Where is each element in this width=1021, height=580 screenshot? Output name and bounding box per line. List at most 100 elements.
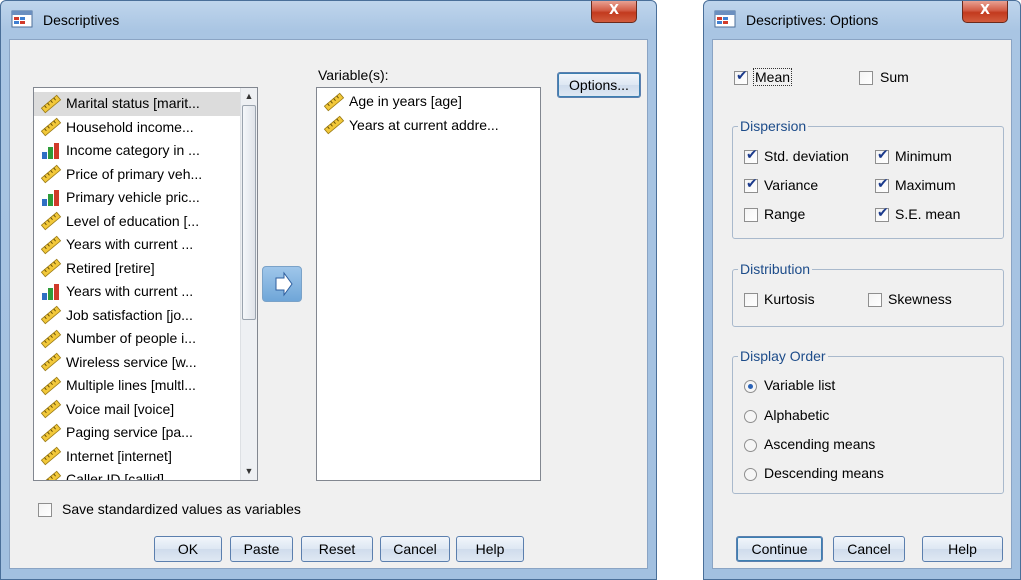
minimum-checkbox[interactable] [875,147,889,164]
list-item[interactable]: Years at current addre... [317,114,540,138]
list-item[interactable]: Household income... [34,116,257,140]
move-to-variables-button[interactable] [262,266,302,302]
list-item[interactable]: Age in years [age] [317,90,540,114]
se-mean-label: S.E. mean [895,206,961,222]
list-item-label: Age in years [age] [349,93,462,110]
list-item[interactable]: Wireless service [w... [34,351,257,375]
descriptives-titlebar[interactable]: Descriptives X [1,1,656,39]
list-item-label: Job satisfaction [jo... [66,306,193,323]
help-button[interactable]: Help [922,536,1003,562]
scale-measure-icon [40,470,64,480]
scale-measure-icon [40,117,62,137]
list-item[interactable]: Retired [retire] [34,257,257,281]
variance-checkbox[interactable] [744,176,758,193]
ascending-means-label: Ascending means [764,436,876,452]
options-body: Mean Sum Dispersion Std. deviation Varia… [712,39,1012,569]
scale-measure-icon [40,164,62,184]
options-button[interactable]: Options... [557,72,641,98]
kurtosis-label: Kurtosis [764,291,815,307]
list-item-label: Number of people i... [66,330,196,347]
spss-dialog-icon [714,10,736,28]
mean-checkbox[interactable] [734,68,748,85]
list-item[interactable]: Number of people i... [34,327,257,351]
range-label: Range [764,206,806,222]
list-item[interactable]: Caller ID [callid] [34,468,257,480]
ordinal-measure-icon [40,282,64,302]
std-deviation-label: Std. deviation [764,148,849,164]
close-button[interactable]: X [962,1,1008,23]
options-title: Descriptives: Options [746,12,879,28]
scale-measure-icon [40,235,64,255]
list-item[interactable]: Primary vehicle pric... [34,186,257,210]
descending-means-radio[interactable] [744,468,757,481]
ascending-means-radio[interactable] [744,439,757,452]
dispersion-title: Dispersion [738,118,809,134]
list-item-label: Years with current ... [66,283,194,300]
scale-measure-icon [40,399,64,419]
scroll-down-arrow-icon[interactable]: ▼ [241,463,257,480]
ordinal-measure-icon [42,283,59,300]
cancel-button[interactable]: Cancel [380,536,450,562]
maximum-checkbox[interactable] [875,176,889,193]
right-arrow-icon [275,271,293,297]
list-item-label: Multiple lines [multl... [66,377,196,394]
list-item-label: Years at current addre... [349,116,499,133]
list-item[interactable]: Job satisfaction [jo... [34,304,257,328]
scale-measure-icon [40,164,64,184]
list-item[interactable]: Years with current ... [34,233,257,257]
se-mean-checkbox[interactable] [875,205,889,222]
scale-measure-icon [40,352,62,372]
selected-variables-list[interactable]: Age in years [age] Years at current addre… [316,87,541,481]
list-item[interactable]: Years with current ... [34,280,257,304]
list-item[interactable]: Paging service [pa... [34,421,257,445]
reset-button[interactable]: Reset [301,536,373,562]
help-button[interactable]: Help [456,536,524,562]
ordinal-measure-icon [42,189,59,206]
ok-button[interactable]: OK [154,536,222,562]
source-variable-list[interactable]: Marital status [marit... Household income… [33,87,258,481]
list-item[interactable]: Internet [internet] [34,445,257,469]
distribution-title: Distribution [738,261,813,277]
sum-label: Sum [880,69,909,85]
options-titlebar[interactable]: Descriptives: Options X [704,1,1020,39]
list-item[interactable]: Price of primary veh... [34,163,257,187]
scale-measure-icon [323,115,347,135]
scale-measure-icon [40,446,62,466]
range-checkbox[interactable] [744,208,758,222]
list-item-label: Internet [internet] [66,447,172,464]
scale-measure-icon [40,446,64,466]
list-item[interactable]: Multiple lines [multl... [34,374,257,398]
save-standardized-checkbox[interactable] [38,503,52,517]
continue-button[interactable]: Continue [736,536,823,562]
std-deviation-checkbox[interactable] [744,147,758,164]
list-item[interactable]: Level of education [... [34,210,257,234]
scroll-thumb[interactable] [242,105,256,320]
scale-measure-icon [40,94,64,114]
descriptives-body: Marital status [marit... Household income… [9,39,648,569]
list-item[interactable]: Income category in ... [34,139,257,163]
paste-button[interactable]: Paste [230,536,293,562]
source-list-scrollbar[interactable]: ▲ ▼ [240,88,257,480]
cancel-button[interactable]: Cancel [833,536,905,562]
list-item[interactable]: Voice mail [voice] [34,398,257,422]
spss-dialog-icon [11,10,33,28]
variable-list-radio[interactable] [744,380,757,393]
ordinal-measure-icon [40,141,64,161]
alphabetic-radio[interactable] [744,410,757,423]
scale-measure-icon [40,329,62,349]
list-item[interactable]: Marital status [marit... [34,92,257,116]
descriptives-title: Descriptives [43,12,120,28]
distribution-group: Distribution Kurtosis Skewness [732,261,1004,327]
ordinal-measure-icon [40,188,64,208]
scroll-up-arrow-icon[interactable]: ▲ [241,88,257,105]
list-item-label: Years with current ... [66,236,194,253]
minimum-label: Minimum [895,148,952,164]
scale-measure-icon [40,117,64,137]
scale-measure-icon [40,376,62,396]
sum-checkbox[interactable] [859,71,873,85]
close-button[interactable]: X [591,1,637,23]
kurtosis-checkbox[interactable] [744,293,758,307]
skewness-checkbox[interactable] [868,293,882,307]
scale-measure-icon [40,258,62,278]
scale-measure-icon [323,92,347,112]
